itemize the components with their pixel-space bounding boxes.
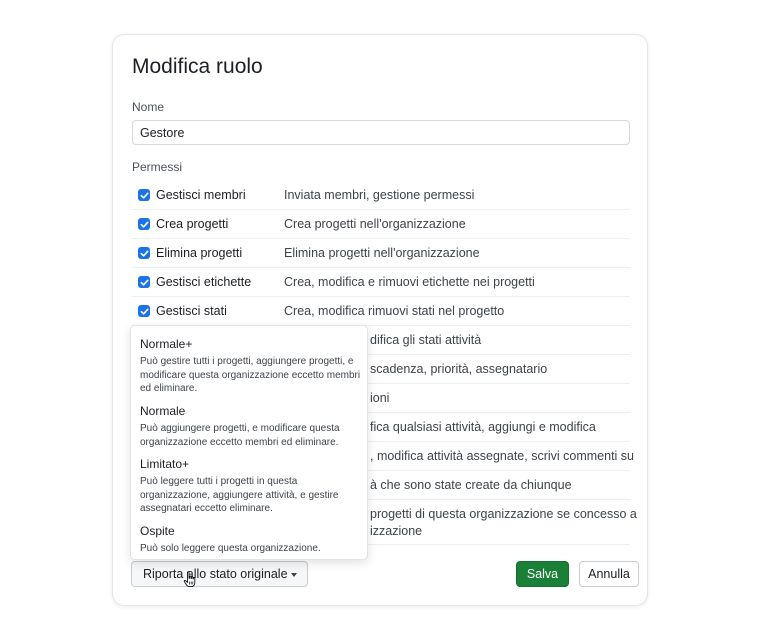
permission-description: scadenza, priorità, assegnatario: [370, 361, 548, 376]
permission-description: fica qualsiasi attività, aggiungi e modi…: [370, 419, 596, 434]
check-icon: [140, 308, 149, 315]
permission-name: Crea progetti: [156, 217, 229, 231]
preset-title: Normale+: [140, 337, 193, 351]
save-button[interactable]: Salva: [516, 561, 569, 587]
check-icon: [140, 192, 149, 199]
hand-pointer-icon: [183, 571, 196, 588]
preset-title: Limitato+: [140, 457, 190, 471]
preset-description: Può aggiungere progetti, e modificare qu…: [140, 423, 340, 448]
preset-option-limited-plus[interactable]: Limitato+ Può leggere tutti i progetti i…: [140, 457, 362, 516]
role-preset-menu: Normale+ Può gestire tutti i progetti, a…: [130, 325, 368, 560]
revert-label: Riporta allo stato originale: [143, 567, 288, 581]
permission-description: difica gli stati attività: [370, 332, 482, 347]
permission-row: Gestisci stati Crea, modifica rimuovi st…: [132, 297, 630, 326]
permission-description: Inviata membri, gestione permessi: [284, 187, 475, 202]
revert-dropdown-button[interactable]: Riporta allo stato originale: [131, 561, 308, 587]
permission-name: Gestisci membri: [156, 188, 246, 202]
preset-title: Ospite: [140, 524, 175, 538]
permission-row: Gestisci etichette Crea, modifica e rimu…: [132, 268, 630, 297]
preset-option-guest[interactable]: Ospite Può solo leggere questa organizza…: [140, 524, 362, 556]
preset-option-normal-plus[interactable]: Normale+ Può gestire tutti i progetti, a…: [140, 337, 362, 396]
permission-checkbox[interactable]: [138, 276, 150, 288]
permission-description: à che sono state create da chiunque: [370, 477, 572, 492]
preset-title: Normale: [140, 404, 186, 418]
permission-description: Crea progetti nell'organizzazione: [284, 216, 466, 231]
permission-row: Gestisci membri Inviata membri, gestione…: [132, 181, 630, 210]
dialog-title: Modifica ruolo: [132, 55, 263, 78]
preset-description: Può gestire tutti i progetti, aggiungere…: [140, 356, 361, 394]
permission-description: ioni: [370, 390, 390, 405]
permission-checkbox[interactable]: [138, 305, 150, 317]
preset-option-normal[interactable]: Normale Può aggiungere progetti, e modif…: [140, 404, 362, 449]
permission-description: Crea, modifica e rimuovi etichette nei p…: [284, 274, 535, 289]
permission-name: Gestisci stati: [156, 304, 227, 318]
permission-checkbox[interactable]: [138, 189, 150, 201]
cancel-button[interactable]: Annulla: [579, 561, 639, 587]
permission-row: Elimina progetti Elimina progetti nell'o…: [132, 239, 630, 268]
permission-checkbox[interactable]: [138, 247, 150, 259]
name-input[interactable]: [132, 120, 630, 145]
permission-description: progetti di questa organizzazione se con…: [370, 507, 637, 538]
check-icon: [140, 250, 149, 257]
preset-description: Può leggere tutti i progetti in questa o…: [140, 476, 339, 514]
permission-description: Crea, modifica rimuovi stati nel progett…: [284, 303, 505, 318]
name-label: Nome: [132, 100, 165, 114]
permission-description: , modifica attività assegnate, scrivi co…: [370, 448, 634, 463]
permission-name: Elimina progetti: [156, 246, 243, 260]
permission-description: Elimina progetti nell'organizzazione: [284, 245, 480, 260]
permission-row: Crea progetti Crea progetti nell'organiz…: [132, 210, 630, 239]
check-icon: [140, 221, 149, 228]
check-icon: [140, 279, 149, 286]
preset-description: Può solo leggere questa organizzazione.: [140, 543, 321, 554]
permissions-label: Permessi: [132, 160, 183, 174]
permission-name: Gestisci etichette: [156, 275, 252, 289]
caret-down-icon: [291, 573, 297, 577]
permission-checkbox[interactable]: [138, 218, 150, 230]
